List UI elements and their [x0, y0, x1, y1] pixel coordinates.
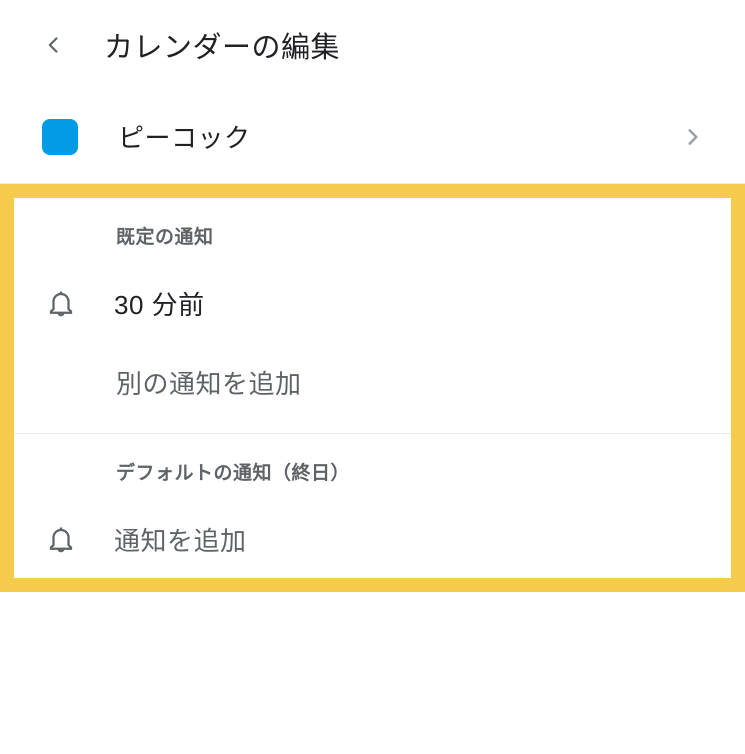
notifications-highlight-box: 既定の通知 30 分前 別の通知を追加 デフォルトの通知（終日） 通知を追加: [0, 184, 745, 592]
back-icon[interactable]: [44, 35, 64, 55]
add-notification-row[interactable]: 別の通知を追加: [14, 322, 731, 401]
section-header-all-day: デフォルトの通知（終日）: [14, 434, 731, 485]
add-all-day-notification-row[interactable]: 通知を追加: [14, 485, 731, 558]
calendar-name-label: ピーコック: [118, 118, 643, 155]
notification-time-label: 30 分前: [114, 285, 205, 322]
all-day-notifications-section: デフォルトの通知（終日） 通知を追加: [14, 434, 731, 578]
header: カレンダーの編集: [0, 0, 745, 90]
chevron-right-icon: [683, 127, 703, 147]
notification-item[interactable]: 30 分前: [14, 249, 731, 322]
add-notification-label: 別の通知を追加: [116, 364, 731, 401]
calendar-color-row[interactable]: ピーコック: [0, 90, 745, 184]
default-notifications-section: 既定の通知 30 分前 別の通知を追加: [14, 198, 731, 434]
section-header-default: 既定の通知: [14, 198, 731, 249]
bell-icon: [46, 289, 76, 319]
color-swatch: [42, 119, 78, 155]
bell-icon: [46, 525, 76, 555]
page-title: カレンダーの編集: [104, 24, 340, 66]
add-all-day-notification-label: 通知を追加: [114, 521, 247, 558]
